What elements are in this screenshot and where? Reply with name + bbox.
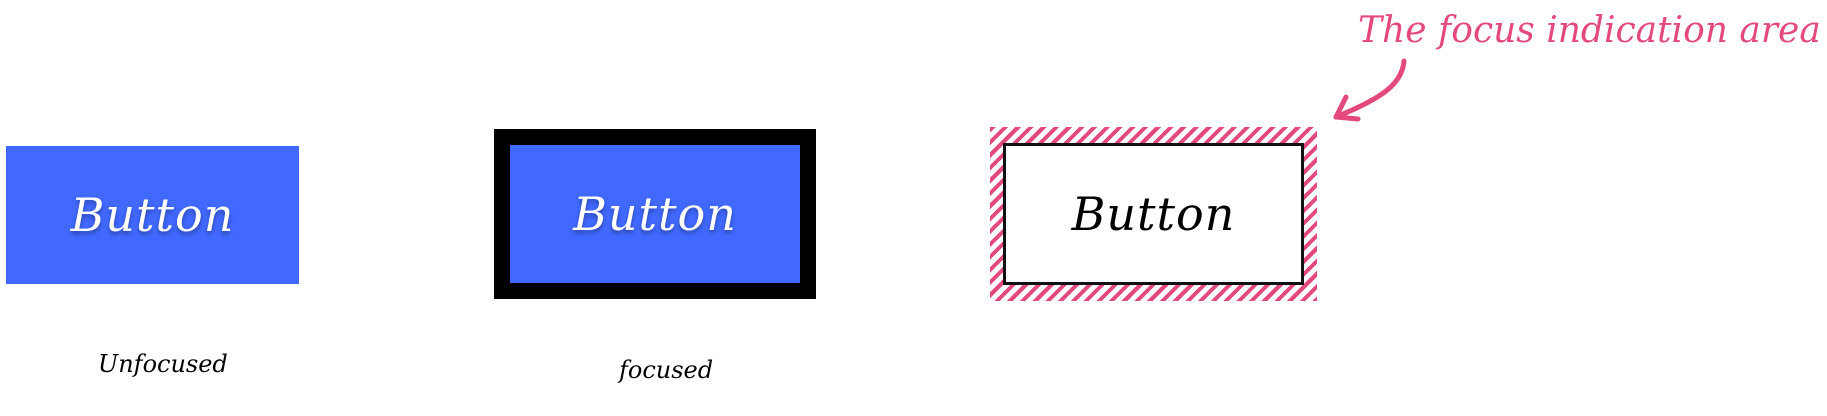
focused-button-label: Button xyxy=(573,187,737,241)
unfocused-button-label: Button xyxy=(70,188,235,242)
focus-indication-area: Button xyxy=(990,127,1317,301)
focus-area-button-label: Button xyxy=(1071,187,1236,241)
curved-arrow-icon xyxy=(1333,58,1407,122)
unfocused-button[interactable]: Button xyxy=(6,146,299,284)
focus-area-button[interactable]: Button xyxy=(1003,143,1304,285)
focused-button[interactable]: Button xyxy=(494,129,816,299)
focused-caption: focused xyxy=(619,356,714,384)
focused-button-fill: Button xyxy=(510,145,800,283)
focus-area-annotation: The focus indication area xyxy=(1358,10,1821,51)
unfocused-caption: Unfocused xyxy=(98,350,228,378)
